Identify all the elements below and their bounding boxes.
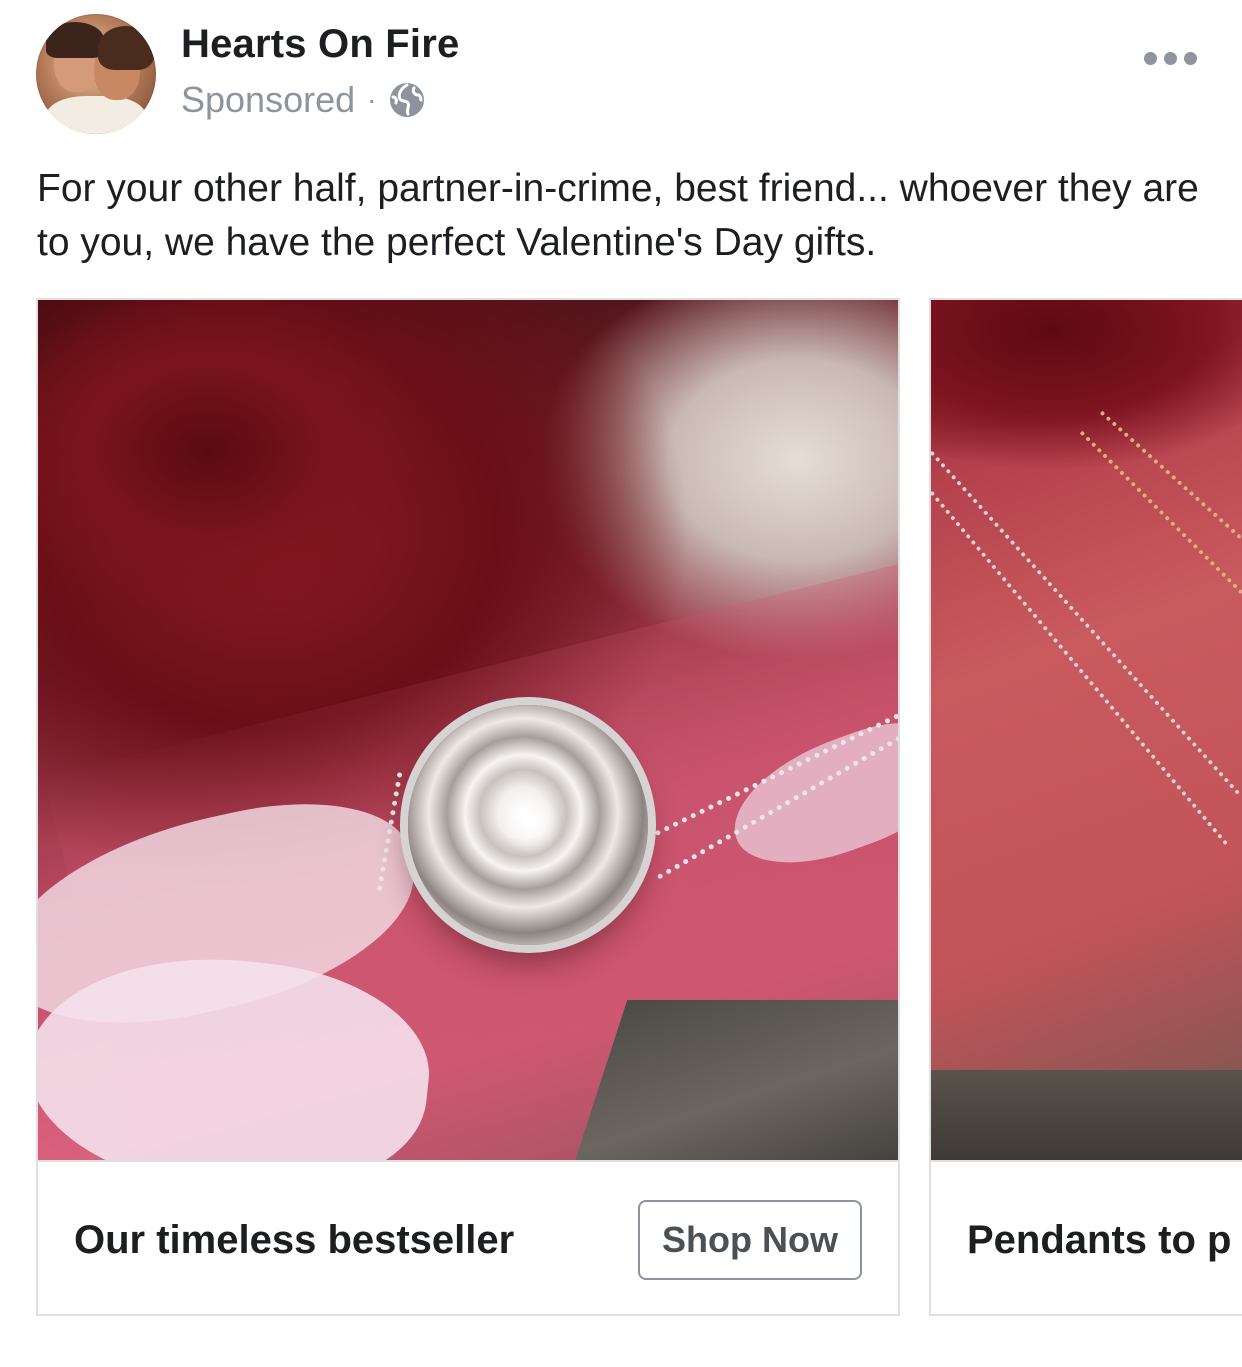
card-title[interactable]: Our timeless bestseller [74, 1218, 514, 1263]
shop-now-button[interactable]: Shop Now [638, 1200, 862, 1280]
more-dot [1183, 51, 1197, 65]
page-name-link[interactable]: Hearts On Fire [181, 22, 459, 67]
post-header: Hearts On Fire Sponsored · [0, 0, 1242, 150]
photo-wood [568, 1000, 898, 1160]
card-footer: Our timeless bestseller Shop Now [38, 1160, 898, 1314]
photo-chain [931, 450, 1241, 796]
pendants-photo [931, 300, 1242, 1160]
necklace-photo [38, 300, 898, 1160]
avatar-hair-shape [46, 22, 104, 58]
carousel-card[interactable]: Pendants to p [929, 298, 1242, 1316]
more-dot [1143, 51, 1157, 65]
avatar-hair-shape [98, 26, 154, 70]
ad-carousel[interactable]: Our timeless bestseller Shop Now Pendant… [0, 298, 1242, 1328]
more-dot [1163, 51, 1177, 65]
card-image-necklace[interactable] [38, 300, 898, 1160]
more-options-icon[interactable] [1136, 36, 1204, 80]
post-body-text: For your other half, partner-in-crime, b… [37, 167, 1199, 264]
card-footer: Pendants to p [931, 1160, 1242, 1314]
card-image-pendants[interactable] [931, 300, 1242, 1160]
photo-sparkle [502, 795, 562, 855]
photo-wood [931, 1070, 1242, 1160]
globe-icon[interactable] [388, 81, 426, 119]
sponsored-label[interactable]: Sponsored [181, 79, 355, 121]
avatar-shirt-shape [46, 96, 146, 134]
carousel-card[interactable]: Our timeless bestseller Shop Now [36, 298, 900, 1316]
post-meta: Sponsored · [181, 78, 426, 122]
meta-separator: · [367, 84, 377, 115]
card-title[interactable]: Pendants to p [967, 1218, 1231, 1263]
page-avatar[interactable] [36, 14, 156, 134]
photo-chain [931, 490, 1229, 846]
photo-chain [1099, 410, 1242, 615]
